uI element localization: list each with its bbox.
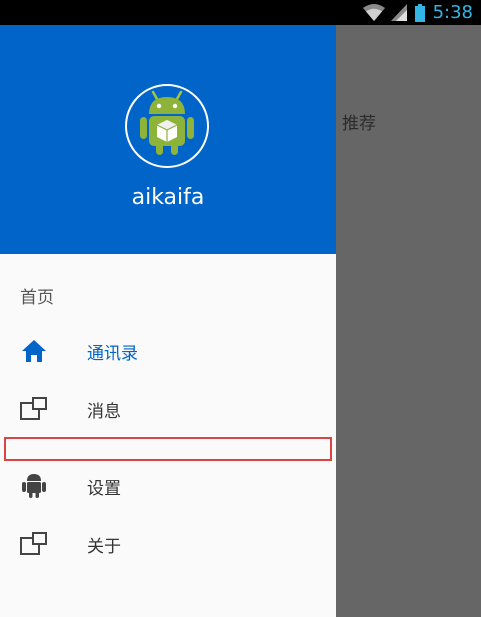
section-header: 首页 (20, 288, 54, 308)
drawer-header: aikaifa (0, 25, 336, 254)
drawer-item-contacts[interactable]: 通讯录 (0, 327, 336, 375)
avatar[interactable] (125, 84, 209, 168)
wifi-icon (362, 3, 385, 22)
window-icon (20, 395, 48, 423)
window-icon (20, 530, 48, 558)
drawer-item-messages[interactable]: 消息 (0, 385, 336, 433)
drawer-item-label: 关于 (87, 536, 121, 557)
username: aikaifa (131, 185, 205, 210)
status-bar: 5:38 (0, 0, 481, 25)
signal-icon (390, 4, 407, 21)
home-icon (20, 337, 48, 365)
app-screen: 5:38 推荐 aikaifa 首页 通讯录 消息 设置 关于 (0, 0, 481, 617)
drawer-item-label: 通讯录 (87, 343, 138, 364)
highlight-box (4, 437, 332, 461)
drawer-item-label: 消息 (87, 401, 121, 422)
tab-recommend-label[interactable]: 推荐 (342, 109, 376, 134)
drawer-item-label: 设置 (87, 478, 121, 499)
navigation-drawer: aikaifa 首页 通讯录 消息 设置 关于 (0, 25, 336, 617)
drawer-item-settings[interactable]: 设置 (0, 462, 336, 510)
status-icons: 5:38 (362, 0, 473, 25)
android-icon (20, 472, 48, 500)
battery-icon (414, 3, 425, 22)
main-content: 推荐 (336, 25, 481, 617)
drawer-item-about[interactable]: 关于 (0, 520, 336, 568)
android-robot-icon (132, 89, 202, 163)
status-time: 5:38 (432, 2, 473, 23)
